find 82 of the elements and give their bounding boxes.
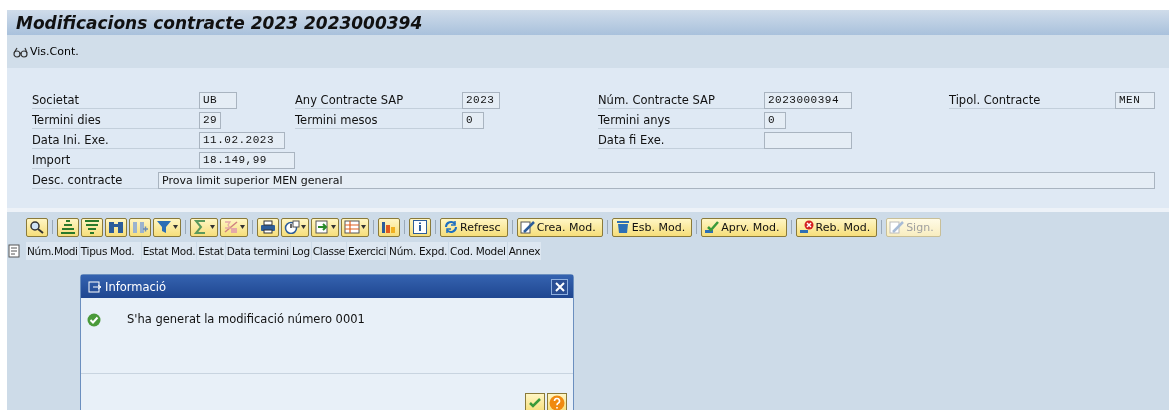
glasses-icon	[13, 45, 29, 58]
field-label: Data Ini. Exe.	[32, 131, 199, 149]
reject-icon	[798, 220, 815, 234]
help-icon	[549, 395, 565, 410]
input-field[interactable]: UB	[199, 91, 237, 109]
input-field[interactable]: Prova limit superior MEN general	[158, 171, 1155, 189]
toolbar-button[interactable]	[26, 217, 48, 237]
toolbar-button[interactable]: Aprv. Mod.	[701, 217, 787, 237]
zoom-icon	[29, 220, 45, 234]
caret-icon	[210, 225, 215, 229]
refresh-icon	[443, 220, 459, 234]
field-label: Data fi Exe.	[598, 131, 764, 149]
field-label: Societat	[32, 91, 199, 109]
sort-descending-icon	[84, 220, 100, 234]
toolbar-button[interactable]	[81, 217, 103, 237]
field-label: Termini mesos	[295, 111, 462, 129]
column-header[interactable]: Estat Mod.	[141, 242, 197, 260]
message-text: S'ha generat la modificació número 0001	[127, 312, 365, 326]
field-label: Import	[32, 151, 199, 169]
export-icon	[314, 220, 330, 234]
field-label: Any Contracte SAP	[295, 91, 462, 109]
dialog-title: Informació	[105, 279, 168, 294]
layout-icon	[344, 220, 360, 234]
column-header[interactable]: Núm. Expd.	[388, 242, 449, 260]
caret-icon	[173, 225, 178, 229]
toolbar-button[interactable]	[409, 217, 431, 237]
sort-ascending-icon	[60, 220, 76, 234]
column-header[interactable]: Estat	[197, 242, 225, 260]
input-field[interactable]: 2023000394	[764, 91, 852, 109]
toolbar-button[interactable]	[57, 217, 79, 237]
pencil-icon	[519, 220, 536, 234]
toolbar-button[interactable]	[281, 217, 309, 237]
input-field[interactable]: 11.02.2023	[199, 131, 285, 149]
approve-icon	[704, 220, 721, 234]
column-header[interactable]: Tipus Mod.	[79, 242, 141, 260]
input-field[interactable]: 29	[199, 111, 221, 129]
input-field[interactable]: 2023	[462, 91, 500, 109]
trash-icon	[614, 220, 631, 234]
toolbar-button[interactable]	[257, 217, 279, 237]
column-header[interactable]: Exercici	[347, 242, 388, 260]
toolbar-button[interactable]: Reb. Mod.	[795, 217, 878, 237]
toolbar-button[interactable]: Crea. Mod.	[516, 217, 603, 237]
caret-icon	[361, 225, 366, 229]
table-settings-icon[interactable]	[8, 244, 22, 258]
field-label: Tipol. Contracte	[949, 91, 1115, 109]
column-header[interactable]: Cod. Model	[449, 242, 507, 260]
close-icon	[554, 281, 565, 292]
toolbar-button[interactable]: Esb. Mod.	[611, 217, 693, 237]
toolbar-button[interactable]	[153, 217, 181, 237]
caret-icon	[301, 225, 306, 229]
subtotal-icon	[223, 220, 239, 234]
column-header[interactable]: Annex	[507, 242, 542, 260]
display-contract-button[interactable]: Vis.Cont.	[13, 45, 79, 58]
field-label: Termini anys	[598, 111, 764, 129]
toolbar-button[interactable]	[105, 217, 127, 237]
input-field[interactable]: 18.149,99	[199, 151, 295, 169]
field-label: Termini dies	[32, 111, 199, 129]
window-icon	[88, 280, 102, 293]
column-header[interactable]: Classe	[311, 242, 347, 260]
toolbar-button[interactable]: Refresc	[440, 217, 508, 237]
sign-icon	[889, 220, 906, 234]
column-header[interactable]: Núm.Modi	[26, 242, 79, 260]
field-label: Núm. Contracte SAP	[598, 91, 764, 109]
input-field[interactable]	[764, 131, 852, 149]
info-icon	[412, 220, 428, 234]
print-icon	[260, 220, 276, 234]
input-field[interactable]: 0	[764, 111, 786, 129]
column-header[interactable]: Data termini	[225, 242, 290, 260]
help-button[interactable]	[547, 393, 567, 410]
caret-icon	[331, 225, 336, 229]
filter-icon	[156, 220, 172, 234]
confirm-button[interactable]	[525, 393, 545, 410]
chart-icon	[381, 220, 397, 234]
column-header[interactable]: Log	[290, 242, 311, 260]
input-field[interactable]: 0	[462, 111, 484, 129]
window-title: Modificacions contracte 2023 2023000394	[16, 12, 423, 33]
check-circle-icon	[87, 313, 101, 327]
close-button[interactable]	[551, 278, 568, 295]
caret-icon	[240, 225, 245, 229]
toolbar-button[interactable]	[378, 217, 400, 237]
check-icon	[529, 398, 541, 408]
input-field[interactable]: MEN	[1115, 91, 1155, 109]
